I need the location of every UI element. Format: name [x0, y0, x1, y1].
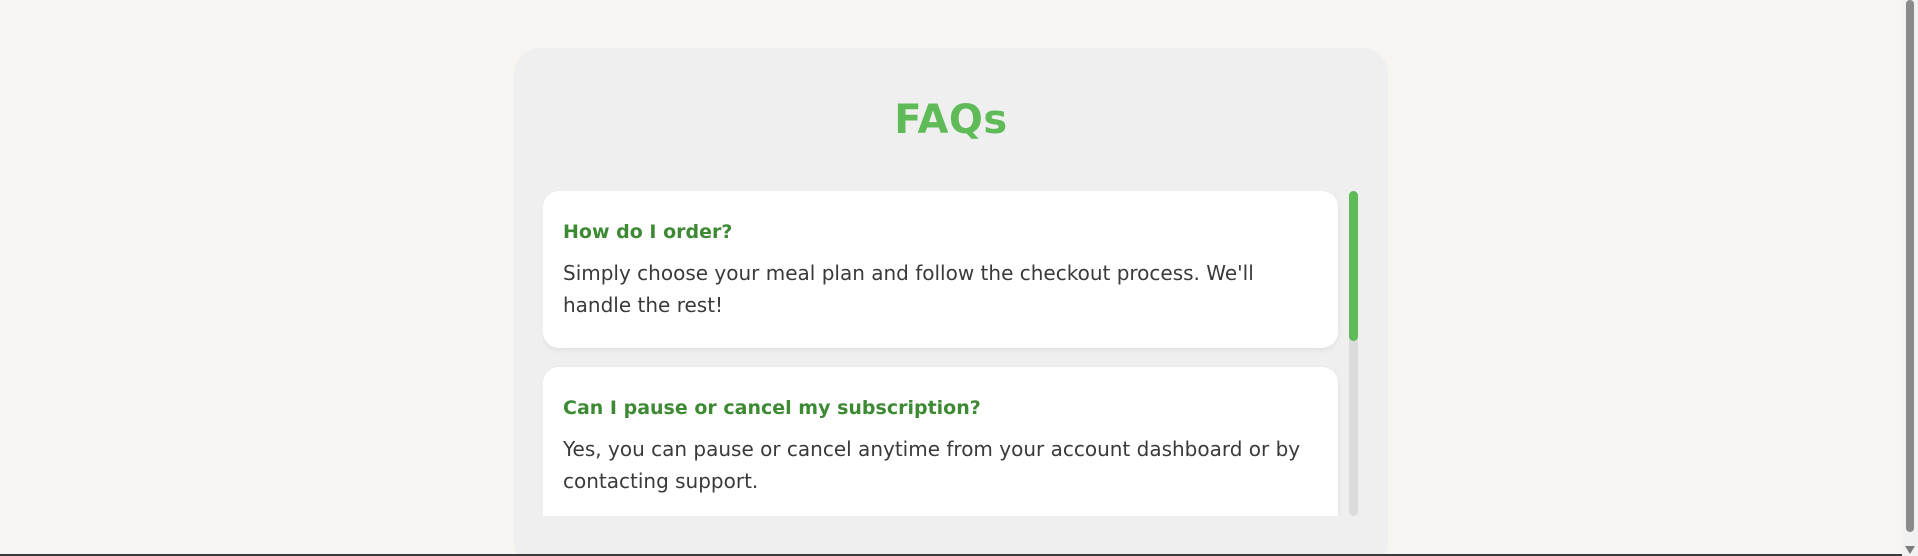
faq-item: How do I order? Simply choose your meal …	[543, 191, 1338, 348]
faq-question: Can I pause or cancel my subscription?	[563, 397, 981, 419]
faq-list[interactable]: How do I order? Simply choose your meal …	[543, 191, 1359, 516]
page-viewport: FAQs How do I order? Simply choose your …	[0, 0, 1918, 556]
faq-answer: Yes, you can pause or cancel anytime fro…	[563, 437, 1301, 493]
faq-list-scroll-thumb[interactable]	[1349, 191, 1358, 341]
faq-title: FAQs	[894, 97, 1008, 143]
faq-item: Can I pause or cancel my subscription? Y…	[543, 367, 1338, 516]
scroll-down-arrow-icon[interactable]	[1905, 546, 1915, 554]
faq-question: How do I order?	[563, 221, 733, 243]
faq-answer: Simply choose your meal plan and follow …	[563, 261, 1254, 317]
faq-list-scrollbar[interactable]	[1349, 191, 1358, 516]
page-scroll-thumb[interactable]	[1906, 0, 1914, 532]
page-scrollbar[interactable]	[1902, 0, 1918, 556]
